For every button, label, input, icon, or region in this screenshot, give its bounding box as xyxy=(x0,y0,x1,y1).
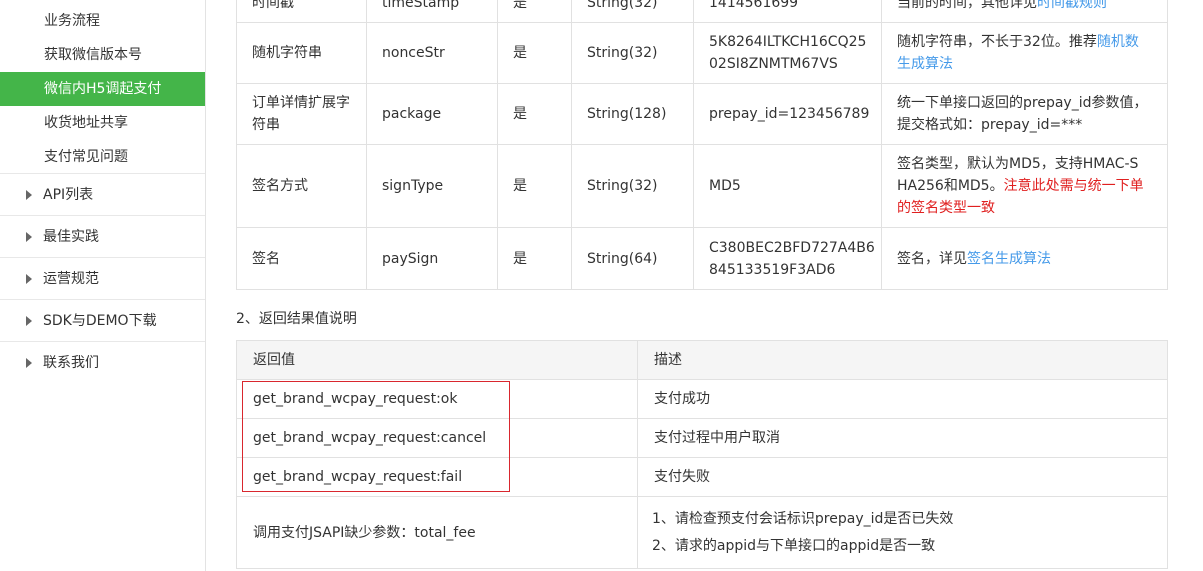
sidebar-item-faq[interactable]: 支付常见问题 xyxy=(0,140,205,174)
param-example: C380BEC2BFD727A4B6 845133519F3AD6 xyxy=(693,227,882,290)
table-row: 调用支付JSAPI缺少参数：total_fee 1、请检查预支付会话标识prep… xyxy=(236,496,1168,569)
sidebar-item-h5-pay[interactable]: 微信内H5调起支付 xyxy=(0,72,205,106)
random-algo-link-cont[interactable]: 生成算法 xyxy=(897,53,1152,75)
param-name: 签名 xyxy=(236,227,367,290)
param-type: String(128) xyxy=(571,83,694,145)
param-desc: 签名类型，默认为MD5，支持HMAC-S HA256和MD5。注意此处需与统一下单… xyxy=(881,144,1168,228)
sidebar-item-label: 联系我们 xyxy=(43,355,99,371)
sidebar-item-wechat-version[interactable]: 获取微信版本号 xyxy=(0,38,205,72)
sidebar: 业务流程 获取微信版本号 微信内H5调起支付 收货地址共享 支付常见问题 API… xyxy=(0,0,206,571)
timestamp-rule-link[interactable]: 时间戳规则 xyxy=(1037,0,1107,11)
column-header-desc: 描述 xyxy=(637,340,1168,380)
result-desc: 支付过程中用户取消 xyxy=(637,418,1168,458)
result-value: get_brand_wcpay_request:fail xyxy=(236,457,638,497)
param-name: 随机字符串 xyxy=(236,22,367,84)
results-table: 返回值 描述 get_brand_wcpay_request:ok 支付成功 g… xyxy=(236,340,1168,569)
table-row: 随机字符串 nonceStr 是 String(32) 5K8264ILTKCH… xyxy=(236,22,1168,84)
sidebar-item-address-share[interactable]: 收货地址共享 xyxy=(0,106,205,140)
sidebar-item-best-practice[interactable]: 最佳实践 xyxy=(0,216,205,258)
param-type: String(32) xyxy=(571,0,694,23)
result-value: 调用支付JSAPI缺少参数：total_fee xyxy=(236,496,638,569)
table-row: get_brand_wcpay_request:cancel 支付过程中用户取消 xyxy=(236,418,1168,458)
caret-right-icon xyxy=(26,231,32,242)
result-desc: 支付失败 xyxy=(637,457,1168,497)
caret-right-icon xyxy=(26,273,32,284)
param-required: 是 xyxy=(497,83,572,145)
result-value: get_brand_wcpay_request:cancel xyxy=(236,418,638,458)
result-desc: 支付成功 xyxy=(637,379,1168,419)
sign-algo-link[interactable]: 签名生成算法 xyxy=(967,251,1051,267)
param-field: package xyxy=(366,83,498,145)
param-field: paySign xyxy=(366,227,498,290)
param-example: 1414561699 xyxy=(693,0,882,23)
param-name: 签名方式 xyxy=(236,144,367,228)
table-row: 时间戳 timeStamp 是 String(32) 1414561699 当前… xyxy=(236,0,1168,23)
sidebar-item-label: API列表 xyxy=(43,186,94,203)
random-algo-link[interactable]: 随机数 xyxy=(1097,34,1139,50)
sidebar-item-label: 运营规范 xyxy=(43,270,99,287)
param-name: 时间戳 xyxy=(236,0,367,23)
result-desc: 1、请检查预支付会话标识prepay_id是否已失效 2、请求的appid与下单… xyxy=(637,496,1168,569)
sidebar-item-business-flow[interactable]: 业务流程 xyxy=(0,4,205,38)
sidebar-item-operation-rules[interactable]: 运营规范 xyxy=(0,258,205,300)
params-table: 时间戳 timeStamp 是 String(32) 1414561699 当前… xyxy=(236,0,1168,290)
sidebar-item-api-list[interactable]: API列表 xyxy=(0,174,205,216)
caret-right-icon xyxy=(26,315,32,326)
sidebar-item-label: SDK与DEMO下载 xyxy=(43,312,157,329)
param-desc: 统一下单接口返回的prepay_id参数值， 提交格式如：prepay_id=**… xyxy=(881,83,1168,145)
param-required: 是 xyxy=(497,22,572,84)
param-type: String(32) xyxy=(571,22,694,84)
param-example: prepay_id=123456789 xyxy=(693,83,882,145)
param-field: signType xyxy=(366,144,498,228)
sidebar-item-contact[interactable]: 联系我们 xyxy=(0,342,205,384)
caret-right-icon xyxy=(26,358,32,368)
param-field: timeStamp xyxy=(366,0,498,23)
result-value: get_brand_wcpay_request:ok xyxy=(236,379,638,419)
param-type: String(32) xyxy=(571,144,694,228)
column-header-value: 返回值 xyxy=(236,340,638,380)
param-name: 订单详情扩展字 符串 xyxy=(236,83,367,145)
param-desc: 当前的时间，其他详见时间戳规则 xyxy=(881,0,1168,23)
param-required: 是 xyxy=(497,0,572,23)
params-table-wrap: 时间戳 timeStamp 是 String(32) 1414561699 当前… xyxy=(236,0,1168,290)
param-desc: 签名，详见签名生成算法 xyxy=(881,227,1168,290)
section-title: 2、返回结果值说明 xyxy=(236,311,357,327)
sidebar-item-label: 最佳实践 xyxy=(43,228,99,245)
param-example: 5K8264ILTKCH16CQ25 02SI8ZNMTM67VS xyxy=(693,22,882,84)
table-row: 签名 paySign 是 String(64) C380BEC2BFD727A4… xyxy=(236,227,1168,290)
param-example: MD5 xyxy=(693,144,882,228)
table-header-row: 返回值 描述 xyxy=(236,340,1168,380)
param-required: 是 xyxy=(497,144,572,228)
table-row: 订单详情扩展字 符串 package 是 String(128) prepay_i… xyxy=(236,83,1168,145)
param-desc: 随机字符串，不长于32位。推荐随机数 生成算法 xyxy=(881,22,1168,84)
table-row: get_brand_wcpay_request:ok 支付成功 xyxy=(236,379,1168,419)
param-type: String(64) xyxy=(571,227,694,290)
caret-right-icon xyxy=(26,189,32,200)
param-required: 是 xyxy=(497,227,572,290)
param-field: nonceStr xyxy=(366,22,498,84)
table-row: 签名方式 signType 是 String(32) MD5 签名类型，默认为M… xyxy=(236,144,1168,228)
table-row: get_brand_wcpay_request:fail 支付失败 xyxy=(236,457,1168,497)
sidebar-item-sdk-demo[interactable]: SDK与DEMO下载 xyxy=(0,300,205,342)
